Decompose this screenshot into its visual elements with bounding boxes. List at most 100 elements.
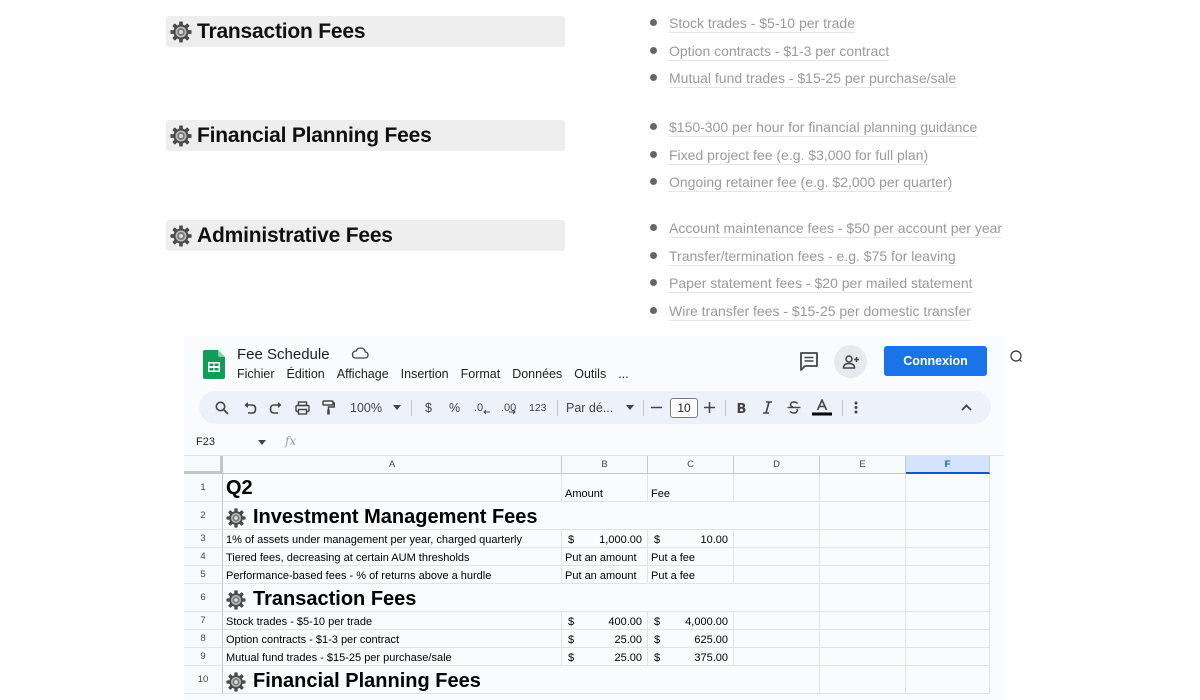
cell-D10[interactable] (734, 666, 820, 694)
cell-F9[interactable] (906, 648, 990, 666)
row-header[interactable]: 9 (184, 648, 223, 666)
cell-A3[interactable]: 1% of assets under management per year, … (223, 530, 562, 548)
decrease-decimals-button[interactable]: .0 (474, 391, 491, 424)
currency-format-button[interactable]: $ (425, 391, 432, 424)
font-size-input[interactable]: 10 (670, 391, 698, 424)
row-header[interactable]: 5 (184, 566, 223, 584)
cell-B9[interactable]: $25.00 (562, 648, 648, 666)
cell-F4[interactable] (906, 548, 990, 566)
number-format-button[interactable]: 123 (529, 391, 547, 424)
cell-E2[interactable] (820, 502, 906, 530)
cell-A10[interactable]: Financial Planning Fees (223, 666, 734, 694)
cell-B5[interactable]: Put an amount (562, 566, 648, 584)
cell-D1[interactable] (734, 474, 820, 502)
cell-B1[interactable]: Amount (562, 474, 648, 502)
print-button[interactable] (295, 391, 310, 424)
cell-E10[interactable] (820, 666, 906, 694)
document-title[interactable]: Fee Schedule (237, 346, 330, 363)
cell-C7[interactable]: $4,000.00 (648, 612, 734, 630)
bold-button[interactable]: B (736, 391, 747, 424)
connect-button[interactable]: Connexion (884, 346, 987, 376)
cell-E8[interactable] (820, 630, 906, 648)
zoom-select[interactable]: 100% (350, 391, 401, 424)
cell-C3[interactable]: $10.00 (648, 530, 734, 548)
menu-item[interactable]: Données (512, 367, 562, 381)
collapse-toolbar-button[interactable] (961, 391, 972, 424)
increase-font-size-button[interactable] (704, 391, 715, 424)
undo-button[interactable] (243, 391, 257, 424)
cloud-status-icon[interactable] (351, 346, 369, 360)
cell-D7[interactable] (734, 612, 820, 630)
cell-E4[interactable] (820, 548, 906, 566)
cell-D9[interactable] (734, 648, 820, 666)
cell-A7[interactable]: Stock trades - $5-10 per trade (223, 612, 562, 630)
row-header[interactable]: 6 (184, 584, 223, 612)
column-header[interactable]: B (562, 456, 648, 474)
cell-C1[interactable]: Fee (648, 474, 734, 502)
column-header[interactable]: C (648, 456, 734, 474)
menu-item[interactable]: Affichage (337, 367, 389, 381)
cell-D4[interactable] (734, 548, 820, 566)
row-header[interactable]: 3 (184, 530, 223, 548)
row-header[interactable]: 2 (184, 502, 223, 530)
cell-C5[interactable]: Put a fee (648, 566, 734, 584)
cell-E1[interactable] (820, 474, 906, 502)
row-header[interactable]: 1 (184, 474, 223, 502)
cell-A9[interactable]: Mutual fund trades - $15-25 per purchase… (223, 648, 562, 666)
cell-C9[interactable]: $375.00 (648, 648, 734, 666)
cell-F7[interactable] (906, 612, 990, 630)
cell-D5[interactable] (734, 566, 820, 584)
column-header[interactable]: D (734, 456, 820, 474)
menu-item[interactable]: ... (618, 367, 628, 381)
row-header[interactable]: 8 (184, 630, 223, 648)
column-header[interactable]: E (820, 456, 906, 474)
row-header[interactable]: 10 (184, 666, 223, 694)
cell-B7[interactable]: $400.00 (562, 612, 648, 630)
decrease-font-size-button[interactable] (651, 391, 662, 424)
cell-D8[interactable] (734, 630, 820, 648)
cell-F6[interactable] (906, 584, 990, 612)
cell-C8[interactable]: $625.00 (648, 630, 734, 648)
row-header[interactable]: 4 (184, 548, 223, 566)
menu-item[interactable]: Format (461, 367, 501, 381)
menu-item[interactable]: Insertion (401, 367, 449, 381)
cell-A6[interactable]: Transaction Fees (223, 584, 734, 612)
italic-button[interactable] (762, 391, 773, 424)
cell-E9[interactable] (820, 648, 906, 666)
share-user-button[interactable] (834, 345, 867, 378)
cell-B4[interactable]: Put an amount (562, 548, 648, 566)
cell-E6[interactable] (820, 584, 906, 612)
search-menus-button[interactable] (215, 391, 229, 424)
menu-item[interactable]: Outils (574, 367, 606, 381)
redo-button[interactable] (269, 391, 283, 424)
sheets-logo-icon[interactable] (203, 350, 225, 379)
cell-F10[interactable] (906, 666, 990, 694)
menu-item[interactable]: Édition (287, 367, 325, 381)
cell-A8[interactable]: Option contracts - $1-3 per contract (223, 630, 562, 648)
column-header[interactable]: A (223, 456, 562, 474)
percent-format-button[interactable]: % (449, 391, 460, 424)
increase-decimals-button[interactable]: .00 (501, 391, 516, 424)
cell-A1[interactable]: Q2 (223, 474, 562, 502)
row-header[interactable]: 7 (184, 612, 223, 630)
strikethrough-button[interactable] (787, 391, 801, 424)
name-box[interactable]: F23 (196, 436, 215, 448)
cell-E5[interactable] (820, 566, 906, 584)
column-header[interactable]: F (906, 456, 990, 474)
cell-B8[interactable]: $25.00 (562, 630, 648, 648)
cell-F2[interactable] (906, 502, 990, 530)
cell-A4[interactable]: Tiered fees, decreasing at certain AUM t… (223, 548, 562, 566)
chevron-down-icon[interactable] (258, 440, 266, 445)
paint-format-button[interactable] (322, 391, 335, 424)
font-select[interactable]: Par dé... (566, 391, 635, 424)
cell-F8[interactable] (906, 630, 990, 648)
cell-A2[interactable]: Investment Management Fees (223, 502, 734, 530)
cell-D3[interactable] (734, 530, 820, 548)
cell-D6[interactable] (734, 584, 820, 612)
cell-E3[interactable] (820, 530, 906, 548)
menu-item[interactable]: Fichier (237, 367, 275, 381)
chat-bubble-icon[interactable] (1009, 349, 1023, 363)
cell-F1[interactable] (906, 474, 990, 502)
cell-E7[interactable] (820, 612, 906, 630)
select-all-corner[interactable] (184, 456, 223, 474)
